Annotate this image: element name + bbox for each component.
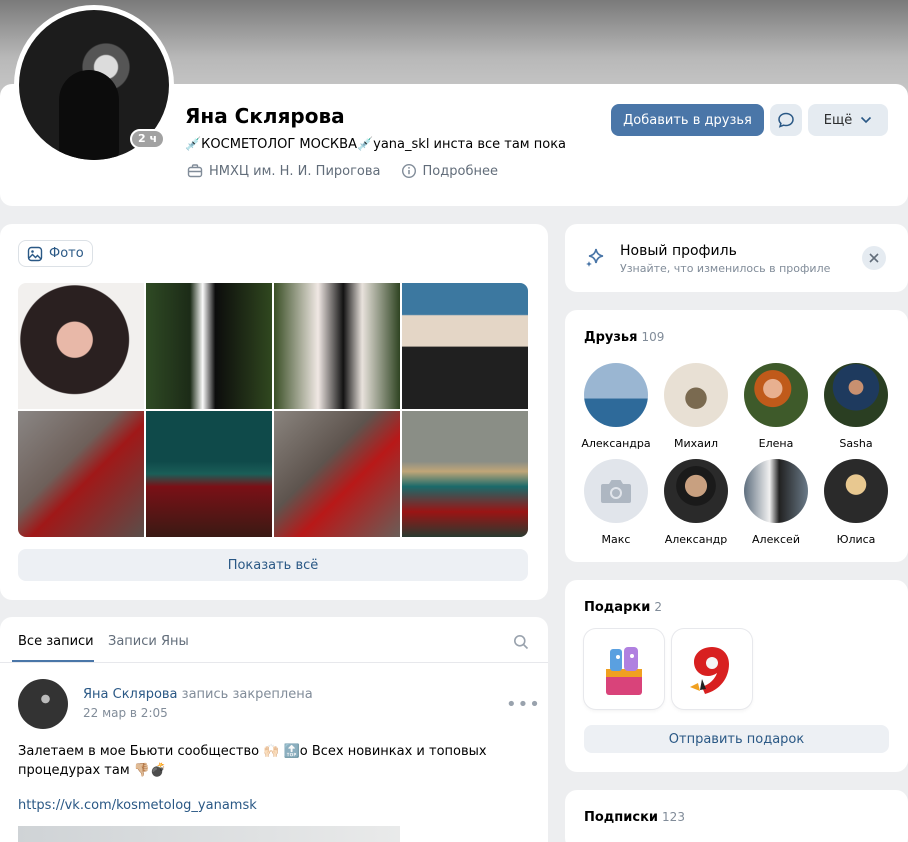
friend-item[interactable]: Алексей [736, 459, 816, 546]
profile-name: Яна Склярова [185, 104, 345, 128]
photos-tab[interactable]: Фото [18, 240, 93, 267]
show-all-photos-button[interactable]: Показать всё [18, 549, 528, 581]
subscriptions-count: 123 [662, 810, 685, 824]
friend-name[interactable]: Макс [576, 533, 656, 546]
gift-item[interactable] [672, 629, 752, 709]
tab-all-posts[interactable]: Все записи [18, 634, 94, 649]
online-badge: 2 ч [130, 129, 166, 149]
search-icon[interactable] [513, 634, 529, 650]
wall-separator [0, 662, 548, 663]
more-label: Ещё [823, 112, 853, 128]
post-image[interactable] [18, 826, 400, 842]
gifts-title[interactable]: Подарки 2 [584, 600, 662, 615]
close-button[interactable] [862, 246, 886, 270]
friend-avatar[interactable] [824, 363, 888, 427]
photo-thumb[interactable] [402, 283, 528, 409]
subscriptions-title-text: Подписки [584, 810, 659, 825]
victory-nine-icon [690, 647, 729, 694]
friend-item[interactable]: Sasha [816, 363, 896, 450]
photo-thumb[interactable] [18, 411, 144, 537]
photo-thumb[interactable] [18, 283, 144, 409]
gifts-title-text: Подарки [584, 600, 651, 615]
friend-name[interactable]: Михаил [656, 437, 736, 450]
post-link[interactable]: https://vk.com/kosmetolog_yanamsk [18, 798, 257, 813]
friend-name[interactable]: Sasha [816, 437, 896, 450]
friend-name[interactable]: Александра [576, 437, 656, 450]
friend-item[interactable]: Елена [736, 363, 816, 450]
friend-avatar[interactable] [584, 459, 648, 523]
friend-avatar[interactable] [744, 363, 808, 427]
post-date[interactable]: 22 мар в 2:05 [83, 706, 168, 720]
camera-icon [601, 480, 631, 503]
friend-name[interactable]: Алексей [736, 533, 816, 546]
post-menu-icon[interactable]: ••• [506, 694, 541, 715]
profile-status: 💉КОСМЕТОЛОГ МОСКВА💉yana_skl инста все та… [185, 137, 567, 152]
photo-thumb[interactable] [146, 411, 272, 537]
friend-name[interactable]: Елена [736, 437, 816, 450]
gifts-count: 2 [654, 600, 662, 614]
friend-avatar[interactable] [824, 459, 888, 523]
post-avatar[interactable] [18, 679, 68, 729]
friend-name[interactable]: Юлиса [816, 533, 896, 546]
subscriptions-title[interactable]: Подписки 123 [584, 810, 685, 825]
new-profile-title: Новый профиль [620, 243, 737, 259]
friend-item[interactable]: Макс [576, 459, 656, 546]
photo-thumb[interactable] [274, 411, 400, 537]
post-author-name[interactable]: Яна Склярова [83, 687, 178, 702]
tab-own-posts[interactable]: Записи Яны [108, 634, 189, 649]
more-info-link[interactable]: Подробнее [423, 164, 498, 179]
sparkle-icon [586, 248, 604, 267]
info-icon [401, 163, 416, 179]
message-button[interactable] [770, 104, 802, 136]
friend-item[interactable]: Александра [576, 363, 656, 450]
photo-thumb[interactable] [146, 283, 272, 409]
work-place[interactable]: НМХЦ им. Н. И. Пирогова [209, 164, 381, 179]
photos-label: Фото [49, 246, 84, 261]
friend-avatar[interactable] [664, 459, 728, 523]
add-friend-button[interactable]: Добавить в друзья [611, 104, 764, 136]
friend-avatar[interactable] [584, 363, 648, 427]
friend-item[interactable]: Михаил [656, 363, 736, 450]
photo-thumb[interactable] [274, 283, 400, 409]
post-pinned-label: запись закреплена [181, 687, 313, 702]
friends-title-text: Друзья [584, 330, 638, 345]
friends-title[interactable]: Друзья 109 [584, 330, 664, 345]
briefcase-icon [187, 164, 203, 178]
friend-avatar[interactable] [664, 363, 728, 427]
photo-icon [27, 246, 43, 261]
post-text: Залетаем в мое Бьюти сообщество 🙌🏻 🔝о Вс… [18, 744, 487, 778]
friends-count: 109 [641, 330, 665, 344]
post-author[interactable]: Яна Склярова запись закреплена [83, 687, 313, 702]
message-icon [778, 112, 794, 128]
photo-thumb[interactable] [402, 411, 528, 537]
close-icon [869, 253, 879, 263]
send-gift-button[interactable]: Отправить подарок [584, 725, 889, 753]
profile-meta: НМХЦ им. Н. И. Пирогова Подробнее [187, 163, 498, 179]
friend-item[interactable]: Александр [656, 459, 736, 546]
friend-name[interactable]: Александр [656, 533, 736, 546]
new-profile-subtitle: Узнайте, что изменилось в профиле [620, 262, 831, 275]
gift-box-icon [606, 647, 642, 695]
more-button[interactable]: Ещё [808, 104, 888, 136]
friend-avatar[interactable] [744, 459, 808, 523]
chevron-down-icon [861, 116, 872, 124]
friend-item[interactable]: Юлиса [816, 459, 896, 546]
gift-item[interactable] [584, 629, 664, 709]
